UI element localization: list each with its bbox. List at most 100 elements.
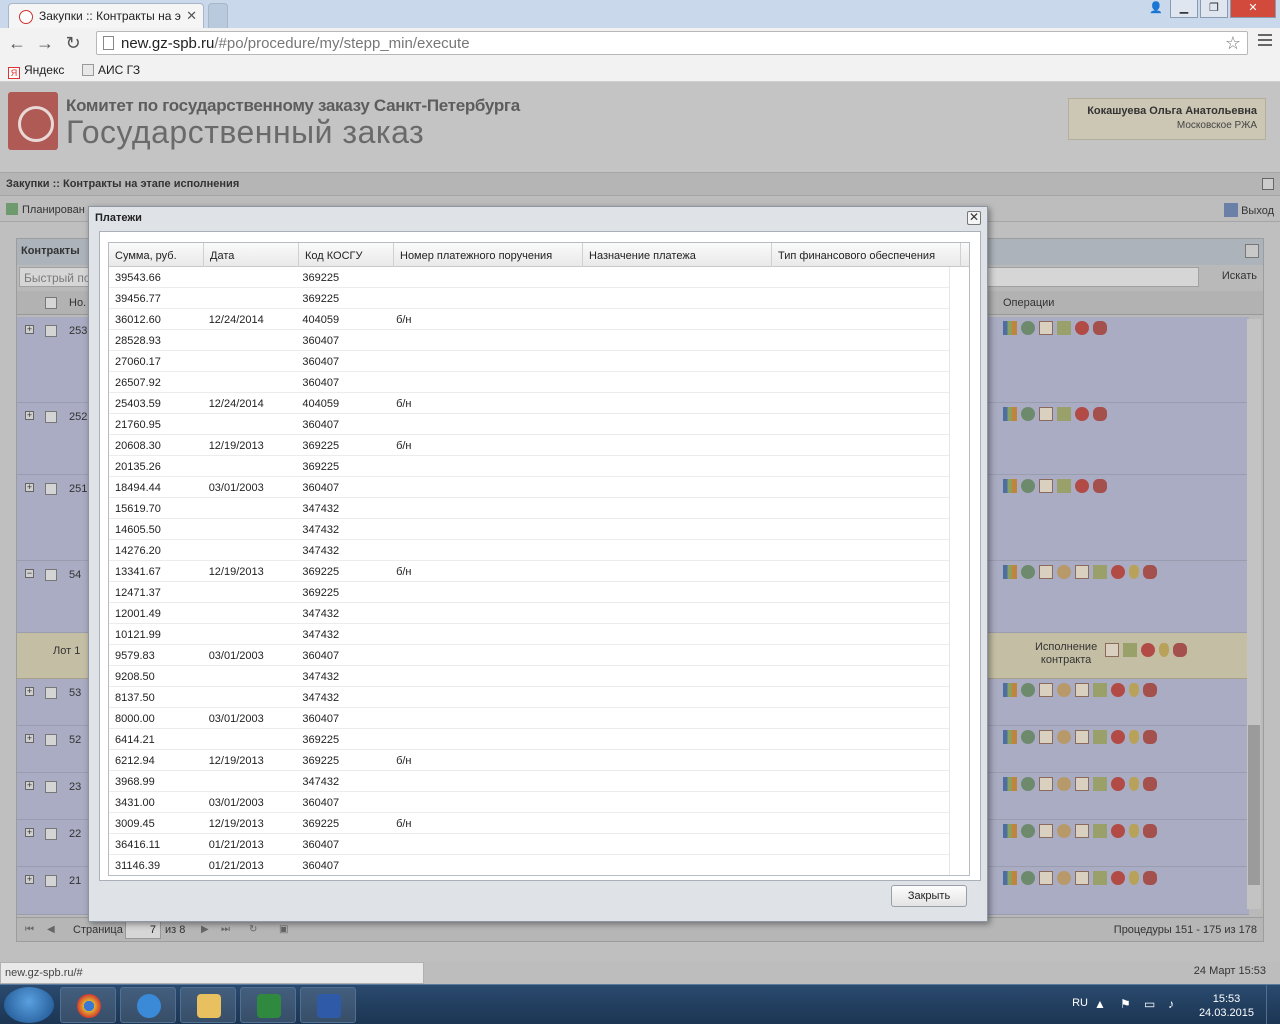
save-icon[interactable]: ▣ xyxy=(279,924,291,936)
window-close-button[interactable]: ✕ xyxy=(1230,0,1276,18)
table-row[interactable]: 39543.66 369225 xyxy=(109,267,949,288)
row-checkbox[interactable] xyxy=(45,781,57,793)
taskbar-ie[interactable] xyxy=(120,987,176,1023)
table-row[interactable]: 9579.83 03/01/2003 360407 xyxy=(109,645,949,666)
expand-icon[interactable]: + xyxy=(25,687,34,696)
seal-icon[interactable] xyxy=(1057,777,1071,791)
column-funding-type[interactable]: Тип финансового обеспечения xyxy=(772,243,961,267)
users-icon[interactable] xyxy=(1093,407,1107,421)
gear-icon[interactable] xyxy=(1021,407,1035,421)
edit-icon[interactable] xyxy=(1093,871,1107,885)
document-icon[interactable] xyxy=(1039,321,1053,335)
stop-icon[interactable] xyxy=(1111,683,1125,697)
gear-icon[interactable] xyxy=(1021,777,1035,791)
table-scrollbar[interactable] xyxy=(949,267,969,875)
seal-icon[interactable] xyxy=(1057,683,1071,697)
prev-page-icon[interactable]: ◀ xyxy=(47,924,59,936)
expand-icon[interactable]: + xyxy=(25,781,34,790)
edit-icon[interactable] xyxy=(1123,643,1137,657)
grid-settings-icon[interactable] xyxy=(1245,244,1259,258)
document-icon[interactable] xyxy=(1075,730,1089,744)
grid-scrollbar[interactable] xyxy=(1247,319,1261,909)
table-row[interactable]: 31146.39 01/21/2013 360407 xyxy=(109,855,949,875)
table-row[interactable]: 20608.30 12/19/2013 369225 б/н xyxy=(109,435,949,456)
gear-icon[interactable] xyxy=(1021,871,1035,885)
edit-icon[interactable] xyxy=(1093,565,1107,579)
row-checkbox[interactable] xyxy=(45,734,57,746)
column-kosgu[interactable]: Код КОСГУ xyxy=(299,243,394,267)
back-arrow-icon[interactable]: ← xyxy=(6,32,28,54)
table-row[interactable]: 27060.17 360407 xyxy=(109,351,949,372)
table-row[interactable]: 18494.44 03/01/2003 360407 xyxy=(109,477,949,498)
table-row[interactable]: 20135.26 369225 xyxy=(109,456,949,477)
document-icon[interactable] xyxy=(1039,777,1053,791)
edit-icon[interactable] xyxy=(1057,479,1071,493)
table-row[interactable]: 8137.50 347432 xyxy=(109,687,949,708)
show-desktop-button[interactable] xyxy=(1266,985,1280,1024)
coin-icon[interactable] xyxy=(1159,643,1169,657)
table-row[interactable]: 3968.99 347432 xyxy=(109,771,949,792)
page-number-input[interactable]: 7 xyxy=(125,921,161,939)
bookmark-star-icon[interactable]: ☆ xyxy=(1225,33,1241,54)
edit-icon[interactable] xyxy=(1093,683,1107,697)
document-icon[interactable] xyxy=(1039,479,1053,493)
volume-icon[interactable]: ♪ xyxy=(1168,997,1182,1011)
gear-icon[interactable] xyxy=(1021,321,1035,335)
stop-icon[interactable] xyxy=(1075,407,1089,421)
coin-icon[interactable] xyxy=(1129,777,1139,791)
column-purpose[interactable]: Назначение платежа xyxy=(583,243,772,267)
expand-icon[interactable]: + xyxy=(25,483,34,492)
table-row[interactable]: 6414.21 369225 xyxy=(109,729,949,750)
column-amount[interactable]: Сумма, руб. xyxy=(109,243,204,267)
table-row[interactable]: 6212.94 12/19/2013 369225 б/н xyxy=(109,750,949,771)
document-icon[interactable] xyxy=(1039,730,1053,744)
document-icon[interactable] xyxy=(1039,407,1053,421)
gear-icon[interactable] xyxy=(1021,824,1035,838)
seal-icon[interactable] xyxy=(1057,824,1071,838)
seal-icon[interactable] xyxy=(1057,871,1071,885)
edit-icon[interactable] xyxy=(1057,321,1071,335)
tab-close-icon[interactable]: ✕ xyxy=(186,8,197,24)
search-button[interactable]: Искать xyxy=(1222,270,1257,282)
stop-icon[interactable] xyxy=(1111,777,1125,791)
expand-icon[interactable]: + xyxy=(25,411,34,420)
chart-icon[interactable] xyxy=(1003,871,1017,885)
coin-icon[interactable] xyxy=(1129,824,1139,838)
table-row[interactable]: 10121.99 347432 xyxy=(109,624,949,645)
select-all-checkbox[interactable] xyxy=(45,297,57,309)
document-icon[interactable] xyxy=(1039,871,1053,885)
gear-icon[interactable] xyxy=(1021,683,1035,697)
start-button-icon[interactable] xyxy=(4,987,54,1023)
seal-icon[interactable] xyxy=(1057,730,1071,744)
tray-arrow-icon[interactable]: ▲ xyxy=(1094,997,1108,1011)
table-row[interactable]: 15619.70 347432 xyxy=(109,498,949,519)
row-checkbox[interactable] xyxy=(45,687,57,699)
refresh-icon[interactable]: ↻ xyxy=(249,924,261,936)
chart-icon[interactable] xyxy=(1003,407,1017,421)
column-payment-order[interactable]: Номер платежного поручения xyxy=(394,243,583,267)
table-row[interactable]: 9208.50 347432 xyxy=(109,666,949,687)
clock[interactable]: 15:53 24.03.2015 xyxy=(1199,992,1254,1020)
table-row[interactable]: 3431.00 03/01/2003 360407 xyxy=(109,792,949,813)
table-row[interactable]: 12001.49 347432 xyxy=(109,603,949,624)
document-icon[interactable] xyxy=(1075,777,1089,791)
next-page-icon[interactable]: ▶ xyxy=(201,924,213,936)
coin-icon[interactable] xyxy=(1129,730,1139,744)
table-row[interactable]: 13341.67 12/19/2013 369225 б/н xyxy=(109,561,949,582)
users-icon[interactable] xyxy=(1143,565,1157,579)
chart-icon[interactable] xyxy=(1003,777,1017,791)
stop-icon[interactable] xyxy=(1141,643,1155,657)
exit-button[interactable]: Выход xyxy=(1224,203,1274,217)
table-row[interactable]: 36012.60 12/24/2014 404059 б/н xyxy=(109,309,949,330)
document-icon[interactable] xyxy=(1075,683,1089,697)
chart-icon[interactable] xyxy=(1003,824,1017,838)
gear-icon[interactable] xyxy=(1021,730,1035,744)
edit-icon[interactable] xyxy=(1093,730,1107,744)
chart-icon[interactable] xyxy=(1003,683,1017,697)
stop-icon[interactable] xyxy=(1111,824,1125,838)
chart-icon[interactable] xyxy=(1003,565,1017,579)
coin-icon[interactable] xyxy=(1129,871,1139,885)
table-row[interactable]: 14276.20 347432 xyxy=(109,540,949,561)
stop-icon[interactable] xyxy=(1111,871,1125,885)
coin-icon[interactable] xyxy=(1129,565,1139,579)
